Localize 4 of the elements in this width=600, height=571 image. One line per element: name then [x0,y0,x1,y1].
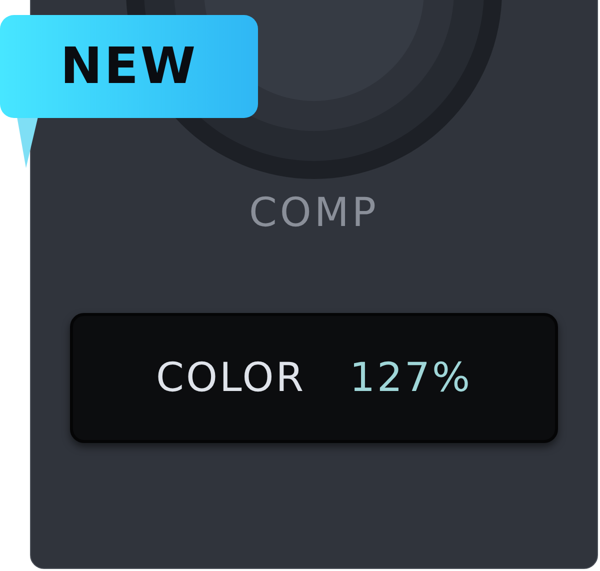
parameter-value: 127% [350,354,472,403]
new-badge: NEW [0,15,258,118]
parameter-name: COLOR [156,354,306,403]
knob-label: COMP [248,193,380,233]
